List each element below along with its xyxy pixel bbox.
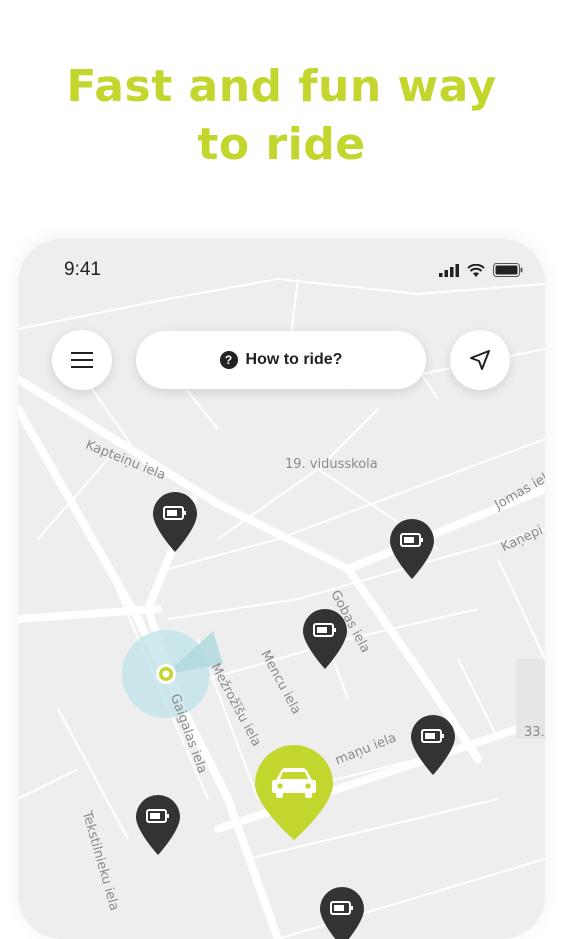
- how-to-ride-button[interactable]: ? How to ride?: [136, 331, 426, 389]
- car-pin-selected[interactable]: [253, 744, 335, 842]
- scooter-pin[interactable]: [318, 887, 366, 939]
- question-circle-icon: ?: [219, 351, 238, 369]
- battery-icon: [493, 263, 523, 277]
- street-label-33: 33.: [524, 725, 545, 740]
- status-icons: [439, 263, 523, 277]
- promo-headline: Fast and fun way to ride: [0, 58, 563, 174]
- hamburger-menu-icon: [71, 352, 93, 368]
- location-arrow-icon: [470, 350, 490, 370]
- wifi-icon: [467, 263, 485, 277]
- scooter-pin[interactable]: [301, 609, 349, 671]
- menu-button[interactable]: [52, 330, 112, 390]
- street-label-school: 19. vidusskola: [285, 457, 378, 472]
- how-to-ride-label: How to ride?: [245, 351, 343, 368]
- signal-icon: [439, 263, 459, 277]
- scooter-pin[interactable]: [134, 795, 182, 857]
- promo-headline-line-2: to ride: [197, 119, 366, 170]
- scooter-pin[interactable]: [409, 715, 457, 777]
- phone-frame: Kapteiņu iela 19. vidusskola Jomas iela …: [18, 239, 545, 939]
- promo-headline-line-1: Fast and fun way: [66, 61, 497, 112]
- status-time: 9:41: [64, 259, 101, 280]
- locate-me-button[interactable]: [450, 330, 510, 390]
- scooter-pin[interactable]: [388, 519, 436, 581]
- scooter-pin[interactable]: [151, 492, 199, 554]
